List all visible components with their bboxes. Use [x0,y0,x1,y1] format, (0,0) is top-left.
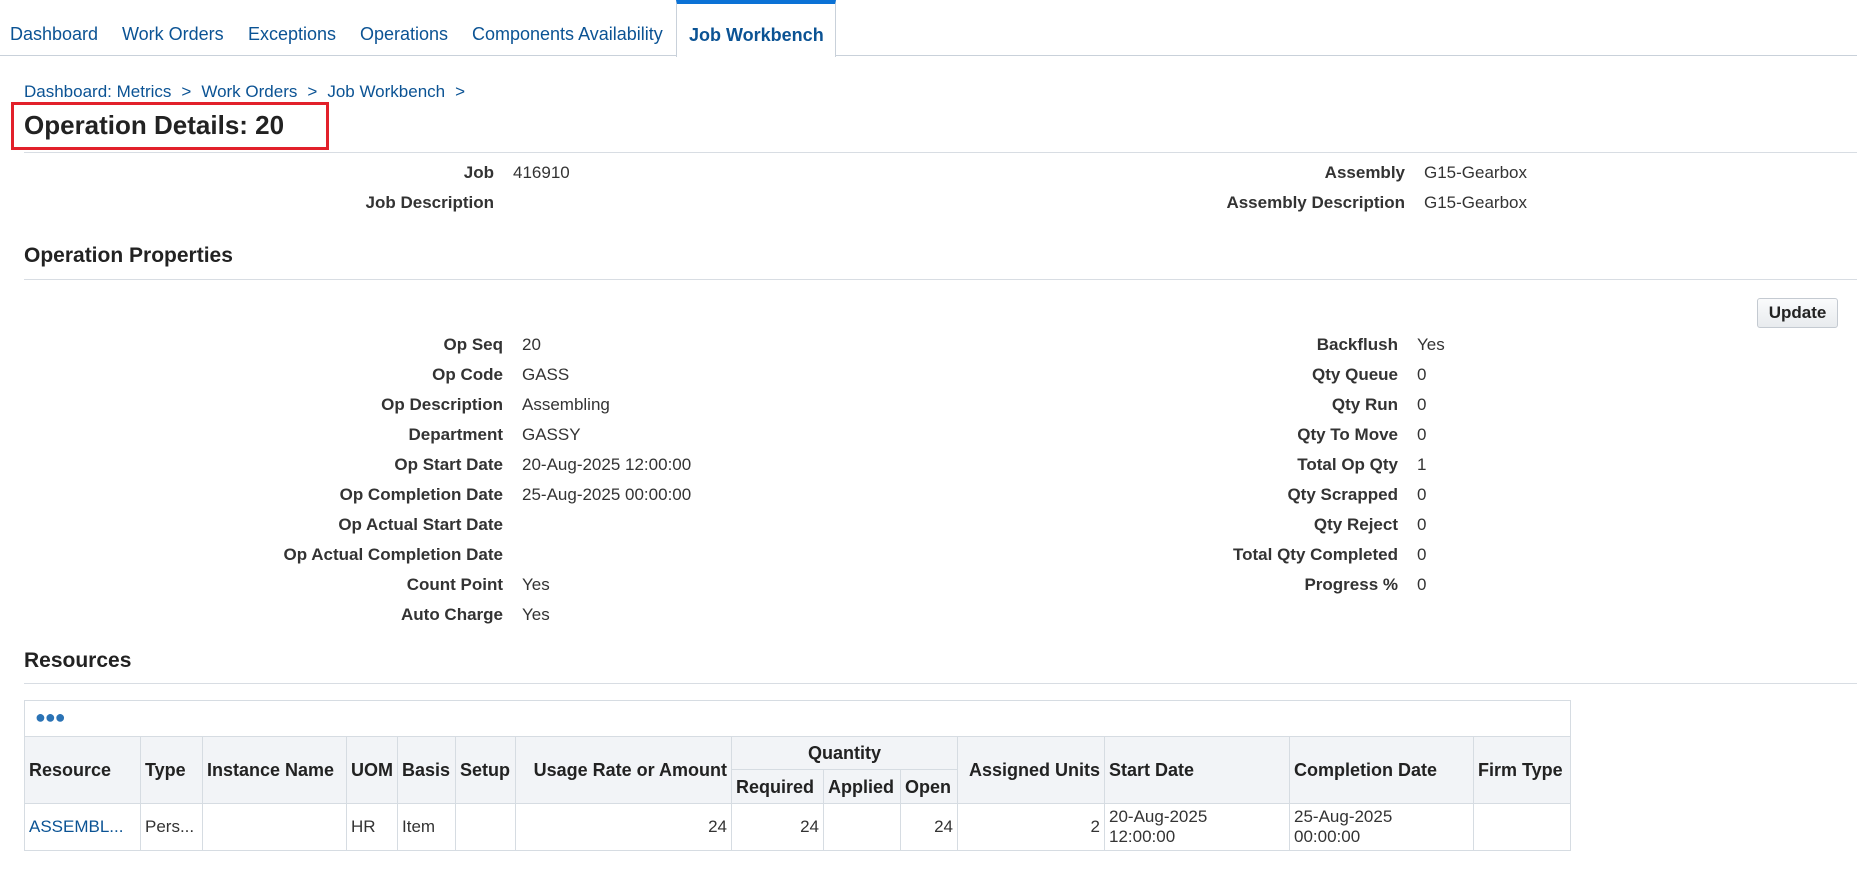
op-value: Assembling [522,395,610,414]
col-assigned-units: Assigned Units [958,737,1105,804]
qty-label: Qty Run [1331,395,1398,414]
breadcrumb-separator: > [181,82,192,101]
cell-usage-rate: 24 [516,804,732,851]
cell-open: 24 [901,804,958,851]
op-label: Auto Charge [401,605,503,624]
qty-label: Qty Queue [1312,365,1398,384]
assembly-label: Assembly [1324,163,1405,182]
breadcrumb-separator: > [307,82,318,101]
assembly-value: G15-Gearbox [1424,163,1527,182]
tab-bar: Dashboard Work Orders Exceptions Operati… [0,0,1857,57]
qty-value: 0 [1417,575,1427,594]
resources-table: ●●● Resource Type Instance Name UOM Basi… [24,700,1571,851]
col-group-quantity: Quantity [732,737,958,770]
qty-value: 0 [1417,365,1427,384]
qty-value: 0 [1417,545,1427,564]
qty-label: Backflush [1316,335,1398,354]
op-value: Yes [522,575,550,594]
qty-value: Yes [1417,335,1445,354]
qty-value: 1 [1417,455,1427,474]
op-label: Op Actual Completion Date [283,545,503,564]
op-label: Op Code [432,365,503,384]
cell-setup [456,804,516,851]
breadcrumb-dashboard-metrics[interactable]: Dashboard: Metrics [24,82,171,101]
tab-components-availability[interactable]: Components Availability [472,0,663,56]
qty-label: Progress % [1304,575,1398,594]
col-firm-type: Firm Type [1474,737,1570,804]
assembly-description-value: G15-Gearbox [1424,193,1527,212]
op-label: Count Point [406,575,503,594]
job-value: 416910 [513,163,570,182]
cell-instance-name [203,804,347,851]
op-value: GASS [522,365,570,384]
cell-applied [824,804,901,851]
op-value: 25-Aug-2025 00:00:00 [522,485,692,504]
breadcrumb-separator: > [455,82,466,101]
cell-start-date: 20-Aug-2025 12:00:00 [1105,804,1290,851]
resources-heading: Resources [24,649,132,672]
qty-label: Qty Reject [1313,515,1398,534]
op-label: Op Start Date [394,455,503,474]
col-usage-rate: Usage Rate or Amount [516,737,732,804]
divider [24,152,1857,153]
breadcrumb: Dashboard: Metrics > Work Orders > Job Workb… [24,82,475,102]
cell-basis: Item [398,804,456,851]
cell-uom: HR [347,804,398,851]
qty-label: Qty To Move [1297,425,1398,444]
op-value: Yes [522,605,550,624]
cell-type: Pers... [141,804,203,851]
col-basis: Basis [398,737,456,804]
job-label: Job [463,163,494,182]
tab-work-orders[interactable]: Work Orders [122,0,224,56]
op-label: Department [408,425,503,444]
table-toolbar: ●●● [25,701,1570,737]
job-description-label: Job Description [365,193,494,212]
divider [24,683,1857,684]
cell-completion-date: 25-Aug-2025 00:00:00 [1290,804,1474,851]
qty-label: Qty Scrapped [1287,485,1398,504]
op-value: GASSY [522,425,581,444]
highlight-box [11,102,329,150]
update-button[interactable]: Update [1757,298,1838,328]
op-label: Op Description [381,395,503,414]
tab-job-workbench[interactable]: Job Workbench [676,0,836,57]
op-value: 20-Aug-2025 12:00:00 [522,455,692,474]
tab-operations[interactable]: Operations [360,0,448,56]
col-uom: UOM [347,737,398,804]
col-completion-date: Completion Date [1290,737,1474,804]
qty-value: 0 [1417,485,1427,504]
op-label: Op Completion Date [339,485,503,504]
operation-properties-heading: Operation Properties [24,244,233,267]
cell-required: 24 [732,804,824,851]
op-value: 20 [522,335,541,354]
cell-assigned-units: 2 [958,804,1105,851]
qty-label: Total Qty Completed [1233,545,1398,564]
assembly-description-label: Assembly Description [1226,193,1405,212]
qty-value: 0 [1417,515,1427,534]
cell-firm-type [1474,804,1570,851]
col-applied: Applied [824,770,901,804]
col-open: Open [901,770,958,804]
qty-label: Total Op Qty [1297,455,1398,474]
col-start-date: Start Date [1105,737,1290,804]
col-setup: Setup [456,737,516,804]
col-resource: Resource [25,737,141,804]
col-instance-name: Instance Name [203,737,347,804]
op-label: Op Actual Start Date [338,515,503,534]
breadcrumb-work-orders[interactable]: Work Orders [201,82,297,101]
divider [24,279,1857,280]
breadcrumb-job-workbench[interactable]: Job Workbench [327,82,445,101]
qty-value: 0 [1417,395,1427,414]
op-label: Op Seq [443,335,503,354]
col-type: Type [141,737,203,804]
col-required: Required [732,770,824,804]
tab-dashboard[interactable]: Dashboard [10,0,98,56]
tab-exceptions[interactable]: Exceptions [248,0,336,56]
more-icon[interactable]: ●●● [35,707,66,728]
qty-value: 0 [1417,425,1427,444]
resource-link[interactable]: ASSEMBL... [29,817,123,837]
